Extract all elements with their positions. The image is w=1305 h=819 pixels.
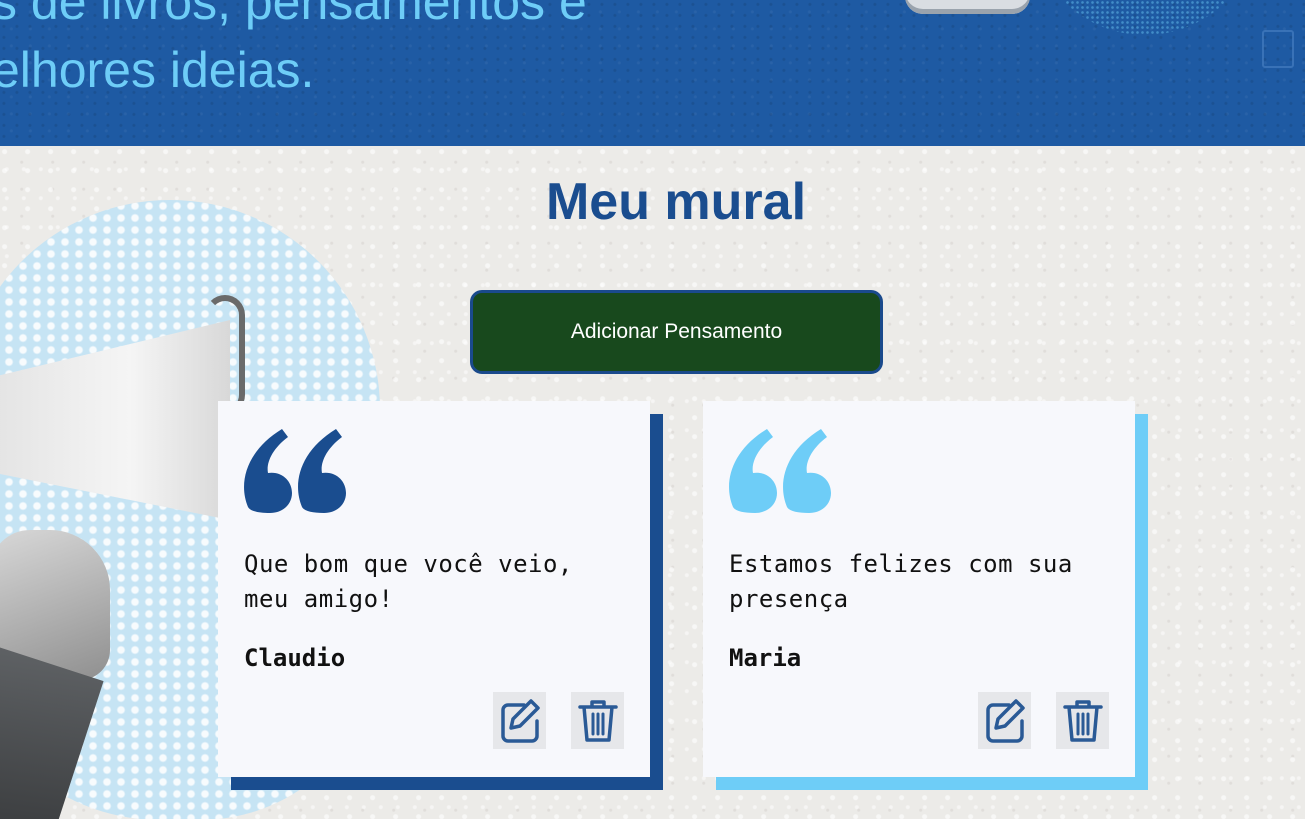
thought-text: Estamos felizes com sua presença <box>729 550 1073 613</box>
edit-button[interactable] <box>493 692 546 749</box>
hero-tagline-line1: s de livros, pensamentos e <box>0 0 587 30</box>
thought-text: Que bom que você veio, meu amigo! <box>244 550 573 613</box>
trash-icon <box>577 699 618 742</box>
quote-icon <box>729 429 831 513</box>
thought-author: Maria <box>729 644 802 672</box>
hero-dots-decoration <box>1030 0 1260 35</box>
hero-tagline-line2: elhores ideias. <box>0 42 315 98</box>
hero-device-image <box>905 0 1030 14</box>
trash-icon <box>1062 699 1103 742</box>
thought-author: Claudio <box>244 644 346 672</box>
thought-card: Estamos felizes com sua presença Maria <box>703 401 1135 777</box>
delete-button[interactable] <box>1056 692 1109 749</box>
thought-card: Que bom que você veio, meu amigo! Claudi… <box>218 401 650 777</box>
megaphone-handle <box>205 295 245 415</box>
quote-icon <box>244 429 346 513</box>
watermark-logo <box>1262 30 1294 68</box>
edit-icon <box>500 698 540 743</box>
edit-icon <box>985 698 1025 743</box>
page-title: Meu mural <box>545 173 807 231</box>
hero-tagline: s de livros, pensamentos e elhores ideia… <box>0 0 587 104</box>
delete-button[interactable] <box>571 692 624 749</box>
hero-banner: s de livros, pensamentos e elhores ideia… <box>0 0 1305 146</box>
add-thought-button[interactable]: Adicionar Pensamento <box>470 290 883 374</box>
edit-button[interactable] <box>978 692 1031 749</box>
